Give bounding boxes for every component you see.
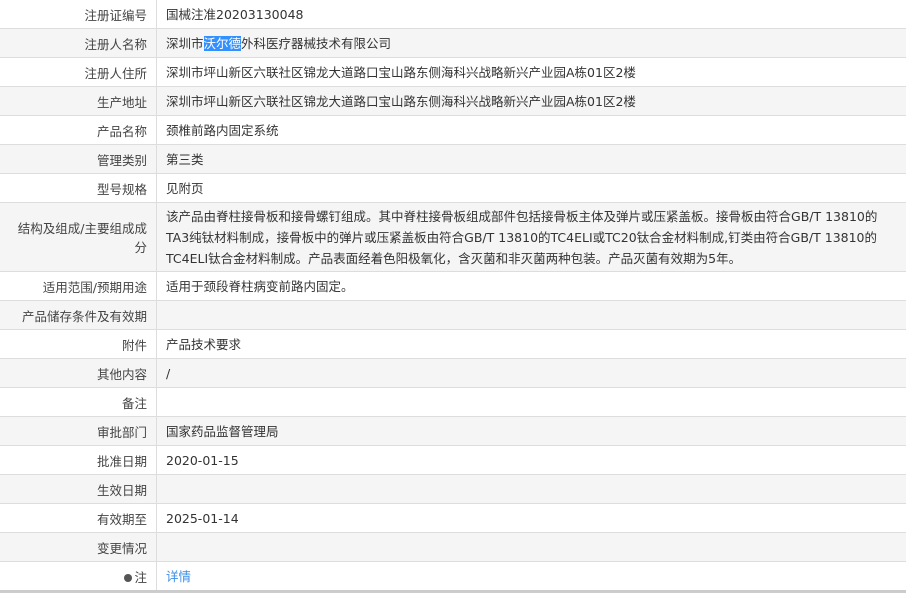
value: 深圳市沃尔德外科医疗器械技术有限公司: [156, 28, 906, 58]
value: 2020-01-15: [156, 445, 906, 475]
row-expiry-date: 有效期至 2025-01-14: [0, 503, 906, 533]
label: 注册人住所: [0, 57, 157, 87]
value-post: 外科医疗器械技术有限公司: [241, 35, 392, 51]
label: 注册证编号: [0, 0, 157, 29]
row-intended-use: 适用范围/预期用途 适用于颈段脊柱病变前路内固定。: [0, 271, 906, 301]
label: 审批部门: [0, 416, 157, 446]
value: 2025-01-14: [156, 503, 906, 533]
row-management-class: 管理类别 第三类: [0, 144, 906, 174]
label: 管理类别: [0, 144, 157, 174]
row-effective-date: 生效日期: [0, 474, 906, 504]
value: 深圳市坪山新区六联社区锦龙大道路口宝山路东侧海科兴战略新兴产业园A栋01区2楼: [156, 57, 906, 87]
label: 型号规格: [0, 173, 157, 203]
label: 结构及组成/主要组成成分: [0, 202, 157, 272]
value: 国家药品监督管理局: [156, 416, 906, 446]
row-product-name: 产品名称 颈椎前路内固定系统: [0, 115, 906, 145]
label: 有效期至: [0, 503, 157, 533]
value: 颈椎前路内固定系统: [156, 115, 906, 145]
row-approval-date: 批准日期 2020-01-15: [0, 445, 906, 475]
value: [156, 532, 906, 562]
label: 变更情况: [0, 532, 157, 562]
label: 附件: [0, 329, 157, 359]
value: 国械注准20203130048: [156, 0, 906, 29]
value-pre: 深圳市: [166, 35, 204, 51]
row-structure: 结构及组成/主要组成成分 该产品由脊柱接骨板和接骨螺钉组成。其中脊柱接骨板组成部件…: [0, 202, 906, 272]
row-attachment: 附件 产品技术要求: [0, 329, 906, 359]
value: 第三类: [156, 144, 906, 174]
label: 生效日期: [0, 474, 157, 504]
row-model-spec: 型号规格 见附页: [0, 173, 906, 203]
label: 产品储存条件及有效期: [0, 300, 157, 330]
row-approval-dept: 审批部门 国家药品监督管理局: [0, 416, 906, 446]
value: 产品技术要求: [156, 329, 906, 359]
value: /: [156, 358, 906, 388]
selected-text[interactable]: 沃尔德: [203, 35, 242, 51]
row-registration-number: 注册证编号 国械注准20203130048: [0, 0, 906, 29]
row-other: 其他内容 /: [0, 358, 906, 388]
value: 详情: [156, 561, 906, 592]
row-changes: 变更情况: [0, 532, 906, 562]
row-registrant-name: 注册人名称 深圳市沃尔德外科医疗器械技术有限公司: [0, 28, 906, 58]
label: 批准日期: [0, 445, 157, 475]
row-note: 注 详情: [0, 561, 906, 592]
label: 生产地址: [0, 86, 157, 116]
value: 深圳市坪山新区六联社区锦龙大道路口宝山路东侧海科兴战略新兴产业园A栋01区2楼: [156, 86, 906, 116]
value: 该产品由脊柱接骨板和接骨螺钉组成。其中脊柱接骨板组成部件包括接骨板主体及弹片或压…: [156, 202, 906, 272]
row-storage: 产品储存条件及有效期: [0, 300, 906, 330]
lightbulb-icon: [124, 573, 133, 582]
value: [156, 474, 906, 504]
registration-detail-table: 注册证编号 国械注准20203130048 注册人名称 深圳市沃尔德外科医疗器械技术…: [0, 0, 906, 593]
row-production-address: 生产地址 深圳市坪山新区六联社区锦龙大道路口宝山路东侧海科兴战略新兴产业园A栋01…: [0, 86, 906, 116]
value: 见附页: [156, 173, 906, 203]
value: 适用于颈段脊柱病变前路内固定。: [156, 271, 906, 301]
label: 注册人名称: [0, 28, 157, 58]
row-remarks: 备注: [0, 387, 906, 417]
label: 产品名称: [0, 115, 157, 145]
label: 注: [0, 561, 157, 592]
label: 备注: [0, 387, 157, 417]
value: [156, 387, 906, 417]
row-registrant-address: 注册人住所 深圳市坪山新区六联社区锦龙大道路口宝山路东侧海科兴战略新兴产业园A栋0…: [0, 57, 906, 87]
label: 其他内容: [0, 358, 157, 388]
details-link[interactable]: 详情: [166, 569, 191, 584]
note-label: 注: [134, 569, 147, 585]
label: 适用范围/预期用途: [0, 271, 157, 301]
value: [156, 300, 906, 330]
